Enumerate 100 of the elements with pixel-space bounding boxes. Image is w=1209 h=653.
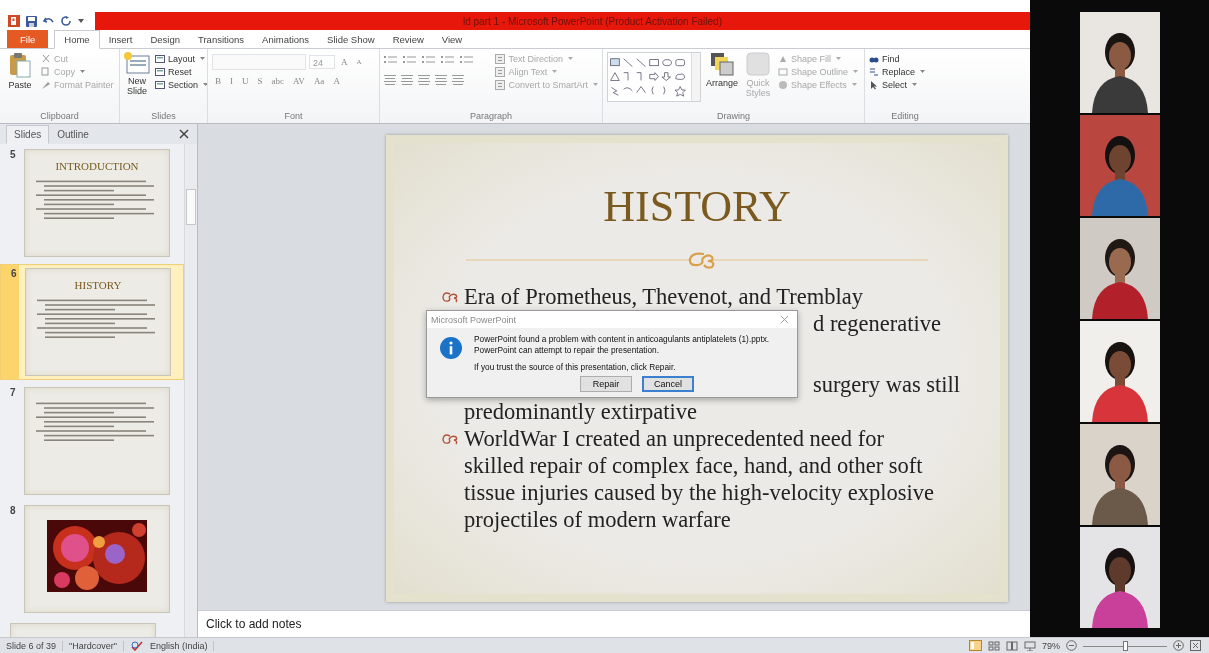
selected-slide-highlight[interactable]: 6 HISTORY: [0, 264, 184, 380]
replace-icon: [869, 67, 879, 77]
group-label: Paragraph: [469, 110, 513, 122]
save-icon[interactable]: [26, 15, 37, 27]
slide-text: Era of Prometheus, Thevenot, and Tremblay: [464, 283, 863, 310]
fit-window-icon[interactable]: [1190, 640, 1201, 651]
language-label[interactable]: English (India): [149, 640, 215, 651]
info-icon: [440, 337, 462, 359]
outline-icon: [778, 67, 788, 77]
text-box-icon: [495, 67, 506, 77]
ribbon-tab[interactable]: Review: [383, 30, 433, 48]
format-button[interactable]: abc: [268, 76, 288, 86]
new-slide-button[interactable]: New Slide: [124, 52, 150, 96]
dialog-button[interactable]: Repair: [580, 375, 632, 392]
bullet-icon: [441, 290, 459, 303]
ribbon-tab[interactable]: Design: [141, 30, 189, 48]
slide-title: HISTORY: [603, 181, 791, 233]
arrange-button[interactable]: Arrange: [706, 52, 738, 88]
thumbnail-title: HISTORY: [74, 279, 122, 291]
zoom-in-icon[interactable]: [1173, 640, 1184, 651]
dialog-message: PowerPoint can attempt to repair the presentation.: [474, 344, 660, 355]
list-format-icon[interactable]: [441, 55, 455, 65]
quick-styles-icon: [746, 52, 770, 76]
ribbon-button[interactable]: Reset: [155, 67, 207, 77]
slider-thumb[interactable]: [1123, 640, 1128, 651]
group-label: Editing: [890, 110, 920, 122]
list-format-icon[interactable]: [403, 55, 417, 65]
zoom-level[interactable]: 79%: [1042, 640, 1060, 651]
arrange-icon: [710, 52, 734, 76]
pane-tab[interactable]: Slides: [6, 125, 50, 144]
slide-text: predominantly extirpative: [464, 398, 698, 425]
align-icon[interactable]: [384, 75, 396, 85]
format-button[interactable]: Aa: [310, 76, 328, 86]
format-button[interactable]: U: [239, 76, 252, 86]
zoom-out-icon[interactable]: [1066, 640, 1077, 651]
slide-thumbnail[interactable]: HISTORY: [25, 268, 171, 376]
dialog-message: PowerPoint found a problem with content in anticoagulants antiplatelets (1).pptx.: [474, 334, 770, 345]
font-name-field[interactable]: [212, 54, 306, 70]
ribbon-tab[interactable]: Animations: [253, 30, 319, 48]
slide-sorter-icon[interactable]: [988, 640, 1000, 651]
format-button[interactable]: AV: [290, 76, 308, 86]
slide-thumbnail[interactable]: INTRODUCTION: [24, 149, 170, 257]
bullet-icon: [441, 432, 459, 445]
ribbon-tab[interactable]: Home: [54, 30, 100, 49]
group-label: Clipboard: [39, 110, 80, 122]
cursor-icon: [869, 80, 879, 90]
powerpoint-logo-icon: [8, 15, 20, 27]
slide-number: 6: [11, 268, 18, 281]
slide-text: tissue injuries caused by the high-velocity explosive: [464, 479, 934, 506]
list-format-icon[interactable]: [422, 55, 436, 65]
scrollbar[interactable]: [184, 144, 197, 637]
group-label: Drawing: [716, 110, 751, 122]
reading-view-icon[interactable]: [1006, 640, 1018, 651]
slideshow-icon[interactable]: [1024, 640, 1036, 651]
align-icon[interactable]: [418, 75, 430, 85]
align-icon[interactable]: [401, 75, 413, 85]
scissors-icon: [41, 54, 51, 64]
list-format-icon[interactable]: [384, 55, 398, 65]
dialog-button[interactable]: Cancel: [642, 375, 694, 392]
window-title: ld part 1 - Microsoft PowerPoint (Product Activation Failed): [463, 15, 722, 27]
slide-layout-icon: [155, 67, 165, 77]
ribbon-tab[interactable]: Insert: [99, 30, 142, 48]
ribbon-button[interactable]: Section: [155, 80, 207, 90]
ribbon-button[interactable]: Find: [869, 54, 926, 64]
zoom-slider[interactable]: [1083, 639, 1167, 652]
align-icon[interactable]: [452, 75, 464, 85]
dialog-title: Microsoft PowerPoint: [431, 314, 517, 325]
text-box-icon: [495, 80, 506, 90]
paste-button[interactable]: Paste: [4, 52, 36, 90]
slide-layout-icon: [155, 80, 165, 90]
slide-text: d regenerative: [813, 310, 942, 337]
ribbon-tab[interactable]: File: [7, 30, 49, 48]
format-button[interactable]: B: [212, 76, 224, 86]
notes-field[interactable]: Click to add notes: [198, 610, 1030, 637]
normal-view-icon[interactable]: [969, 640, 982, 651]
list-format-icon[interactable]: [460, 55, 474, 65]
ribbon-tab[interactable]: View: [432, 30, 472, 48]
font-size-button[interactable]: A: [338, 57, 351, 67]
slide-number: 7: [10, 387, 17, 400]
group-label: Slides: [150, 110, 177, 122]
spelling-icon[interactable]: [129, 640, 144, 651]
ribbon-button[interactable]: Replace: [869, 67, 926, 77]
ribbon-tab[interactable]: Slide Show: [318, 30, 384, 48]
slide-thumbnail[interactable]: [24, 505, 170, 613]
ribbon-button[interactable]: Layout: [155, 54, 207, 64]
undo-icon[interactable]: [43, 16, 55, 26]
slide-layout-icon: [155, 54, 165, 64]
redo-icon[interactable]: [61, 16, 71, 26]
format-button[interactable]: I: [227, 76, 236, 86]
ribbon-tab[interactable]: Transitions: [189, 30, 254, 48]
brush-icon: [41, 80, 51, 90]
ribbon-button[interactable]: Select: [869, 80, 926, 90]
pane-tab[interactable]: Outline: [49, 125, 97, 144]
close-icon[interactable]: [179, 129, 189, 139]
shape-gallery[interactable]: [607, 52, 701, 102]
format-button[interactable]: A: [330, 76, 343, 86]
format-button[interactable]: S: [254, 76, 266, 86]
align-icon[interactable]: [435, 75, 447, 85]
theme-name: "Hardcover": [69, 640, 124, 651]
slide-thumbnail[interactable]: [24, 387, 170, 495]
